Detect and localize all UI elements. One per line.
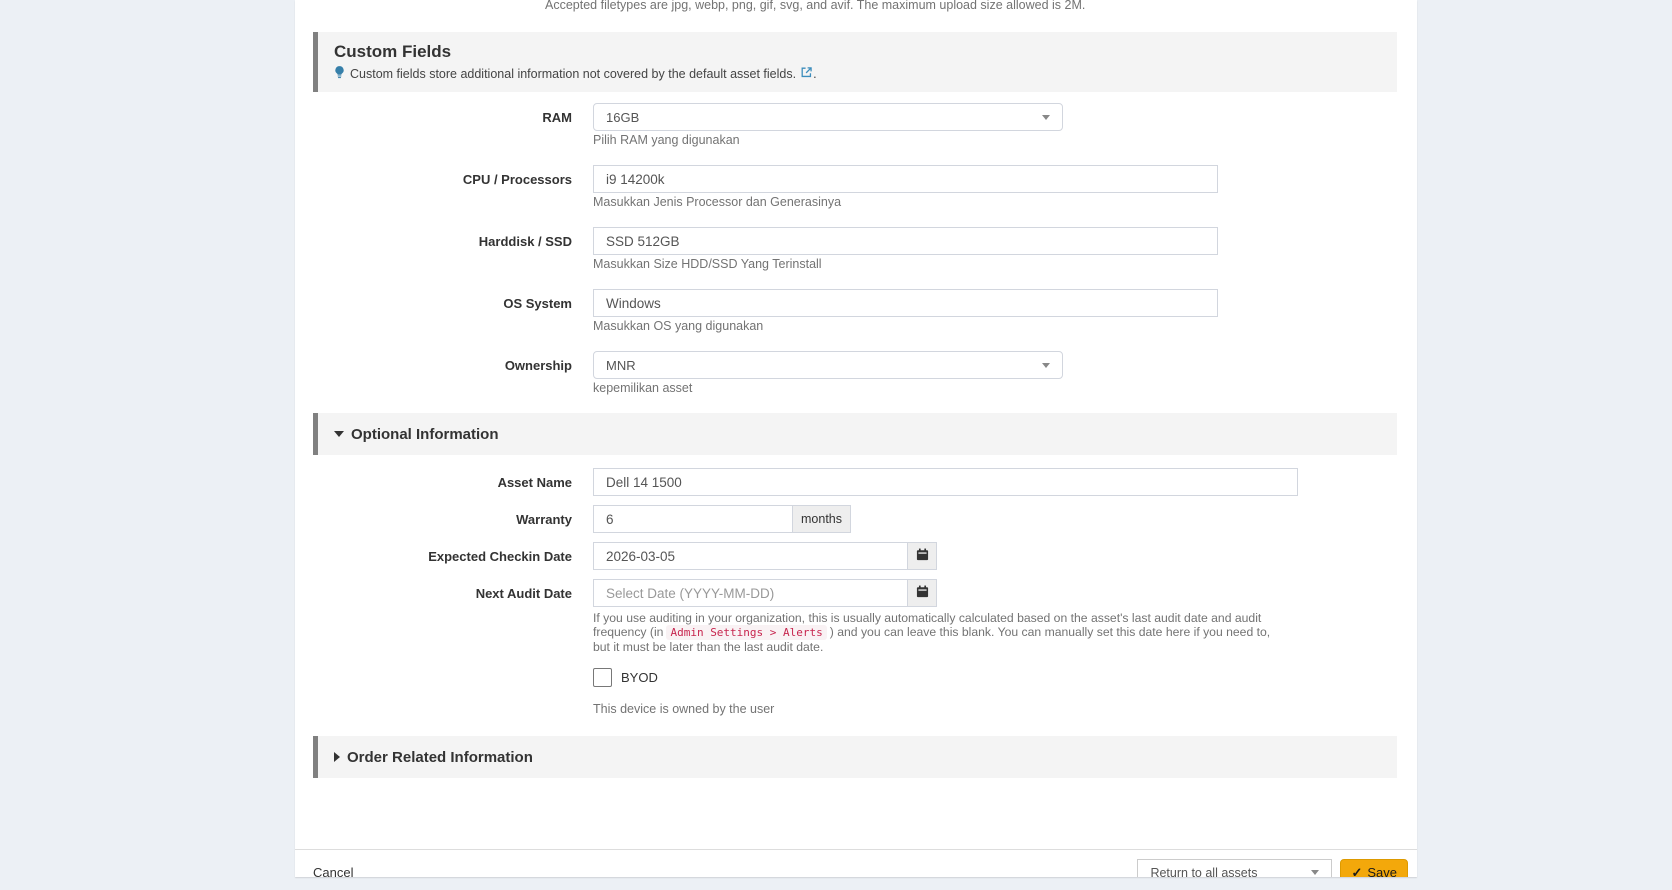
os-input[interactable] xyxy=(593,289,1218,317)
warranty-unit-addon: months xyxy=(792,505,851,533)
harddisk-help: Masukkan Size HDD/SSD Yang Terinstall xyxy=(593,258,1218,271)
admin-settings-alerts-code: Admin Settings > Alerts xyxy=(666,625,826,640)
cancel-link[interactable]: Cancel xyxy=(313,865,353,877)
caret-down-icon xyxy=(334,431,344,437)
save-button-label: Save xyxy=(1367,865,1397,877)
ownership-select-value: MNR xyxy=(606,358,636,373)
upload-filetypes-hint: Accepted filetypes are jpg, webp, png, g… xyxy=(545,0,1397,12)
chevron-down-icon xyxy=(1042,115,1050,120)
harddisk-input[interactable] xyxy=(593,227,1218,255)
ownership-help: kepemilikan asset xyxy=(593,382,1063,395)
check-icon xyxy=(1351,865,1367,878)
asset-edit-form-card: Accepted filetypes are jpg, webp, png, g… xyxy=(295,0,1417,877)
cpu-help: Masukkan Jenis Processor dan Generasinya xyxy=(593,196,1218,209)
ownership-select[interactable]: MNR xyxy=(593,351,1063,379)
form-footer: Cancel Return to all assets Save xyxy=(295,849,1417,877)
byod-row: BYOD xyxy=(593,668,1417,687)
byod-help: This device is owned by the user xyxy=(593,702,1417,716)
lightbulb-icon xyxy=(334,66,345,82)
external-link-icon[interactable] xyxy=(801,67,812,81)
order-related-information-header[interactable]: Order Related Information xyxy=(313,736,1397,778)
custom-fields-description: Custom fields store additional informati… xyxy=(350,67,796,81)
ownership-label: Ownership xyxy=(313,351,572,395)
save-button[interactable]: Save xyxy=(1340,859,1408,878)
calendar-button[interactable] xyxy=(907,579,937,607)
asset-name-label: Asset Name xyxy=(313,468,572,496)
form-row-warranty: Warranty months xyxy=(313,505,1397,533)
form-row-next-audit: Next Audit Date xyxy=(313,579,1397,607)
byod-checkbox[interactable] xyxy=(593,668,612,687)
harddisk-label: Harddisk / SSD xyxy=(313,227,572,271)
ram-select[interactable]: 16GB xyxy=(593,103,1063,131)
chevron-down-icon xyxy=(1042,363,1050,368)
form-row-os: OS System Masukkan OS yang digunakan xyxy=(313,289,1397,333)
form-row-harddisk: Harddisk / SSD Masukkan Size HDD/SSD Yan… xyxy=(313,227,1397,271)
expected-checkin-input[interactable] xyxy=(593,542,908,570)
caret-right-icon xyxy=(334,752,340,762)
after-save-redirect-select[interactable]: Return to all assets xyxy=(1137,859,1332,878)
section-title: Order Related Information xyxy=(347,749,533,766)
form-row-ownership: Ownership MNR kepemilikan asset xyxy=(313,351,1397,395)
sentence-period: . xyxy=(813,67,816,81)
calendar-icon xyxy=(916,585,929,601)
cpu-input[interactable] xyxy=(593,165,1218,193)
calendar-button[interactable] xyxy=(907,542,937,570)
audit-date-help: If you use auditing in your organization… xyxy=(593,611,1273,654)
ram-label: RAM xyxy=(313,103,572,147)
next-audit-label: Next Audit Date xyxy=(313,579,572,607)
byod-label: BYOD xyxy=(621,670,658,685)
asset-name-input[interactable] xyxy=(593,468,1298,496)
after-save-redirect-value: Return to all assets xyxy=(1150,866,1257,878)
ram-select-value: 16GB xyxy=(606,110,639,125)
form-row-cpu: CPU / Processors Masukkan Jenis Processo… xyxy=(313,165,1397,209)
calendar-icon xyxy=(916,548,929,564)
custom-fields-section-header: Custom Fields Custom fields store additi… xyxy=(313,32,1397,92)
form-row-expected-checkin: Expected Checkin Date xyxy=(313,542,1397,570)
cpu-label: CPU / Processors xyxy=(313,165,572,209)
form-row-asset-name: Asset Name xyxy=(313,468,1397,496)
os-help: Masukkan OS yang digunakan xyxy=(593,320,1218,333)
warranty-label: Warranty xyxy=(313,505,572,533)
section-title: Optional Information xyxy=(351,426,499,443)
ram-help: Pilih RAM yang digunakan xyxy=(593,134,1063,147)
warranty-input[interactable] xyxy=(593,505,793,533)
chevron-down-icon xyxy=(1311,870,1319,875)
next-audit-input[interactable] xyxy=(593,579,908,607)
form-row-ram: RAM 16GB Pilih RAM yang digunakan xyxy=(313,103,1397,147)
expected-checkin-label: Expected Checkin Date xyxy=(313,542,572,570)
os-label: OS System xyxy=(313,289,572,333)
optional-information-header[interactable]: Optional Information xyxy=(313,413,1397,455)
section-title: Custom Fields xyxy=(334,40,1382,63)
